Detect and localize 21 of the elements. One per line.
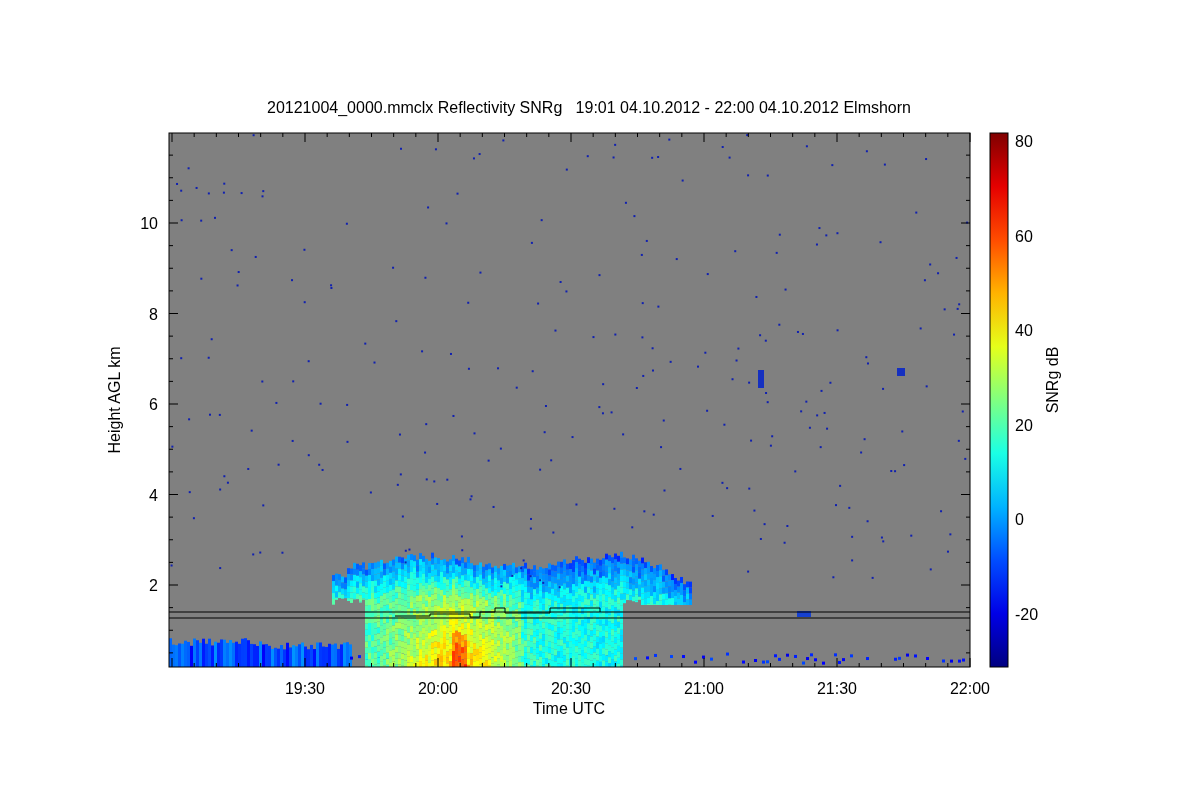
x-tick-label: 20:30 [551, 680, 591, 697]
colorbar-tick-label: 60 [1015, 227, 1033, 245]
x-tick-label: 21:30 [817, 680, 857, 697]
y-tick-label: 8 [149, 305, 158, 323]
x-tick-label: 19:30 [285, 680, 325, 697]
colorbar-tick-label: -20 [1015, 606, 1039, 623]
y-axis-label: Height AGL km [106, 346, 123, 454]
x-tick-label: 22:00 [950, 680, 990, 697]
y-tick-label: 10 [140, 215, 158, 232]
x-tick-label: 21:00 [684, 680, 724, 697]
x-tick-label: 20:00 [418, 680, 458, 697]
colorbar-tick-label: 80 [1015, 133, 1033, 150]
y-tick-label: 4 [149, 486, 158, 504]
colorbar-label: SNRg dB [1044, 346, 1061, 414]
y-tick-label: 2 [149, 577, 158, 594]
colorbar-tick-label: 20 [1015, 416, 1033, 434]
y-tick-label: 6 [149, 396, 158, 413]
colorbar-tick-label: 0 [1015, 511, 1024, 529]
colorbar-tick-label: 40 [1015, 322, 1033, 340]
plot-title: 20121004_0000.mmclx Reflectivity SNRg 19:01 04.10.2012 - 22:00 04.10.2012 Elmshorn [267, 99, 911, 116]
x-axis-label: Time UTC [532, 700, 606, 717]
